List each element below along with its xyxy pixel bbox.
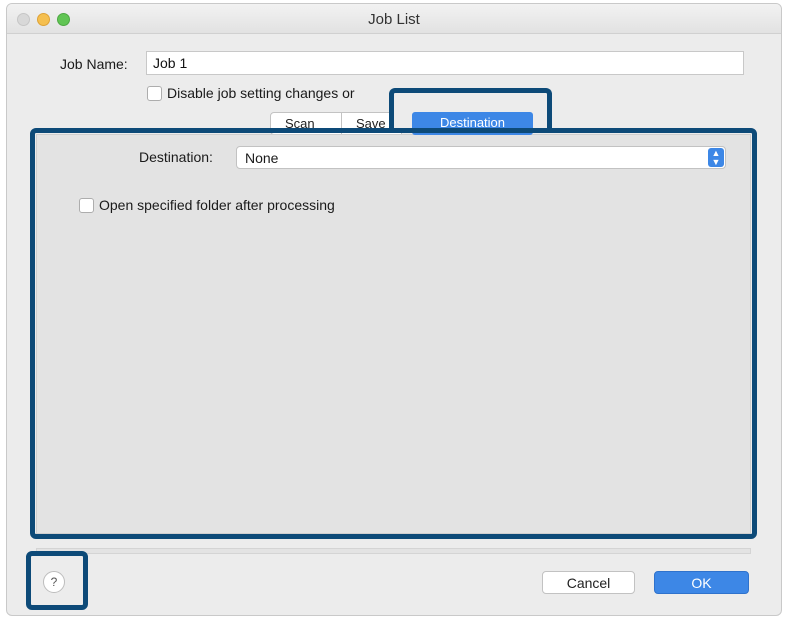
destination-label: Destination:	[139, 149, 213, 165]
tab-highlight-backdrop: Destination	[394, 93, 547, 135]
tab-destination[interactable]: Destination	[412, 112, 533, 135]
open-folder-label: Open specified folder after processing	[99, 197, 335, 213]
tab-save[interactable]: Save	[342, 112, 402, 135]
ok-button[interactable]: OK	[654, 571, 749, 594]
destination-panel	[36, 134, 751, 534]
open-folder-checkbox[interactable]	[79, 198, 94, 213]
job-name-label: Job Name:	[60, 56, 128, 72]
title-bar: Job List	[7, 4, 781, 34]
disable-job-setting-checkbox[interactable]	[147, 86, 162, 101]
disable-job-setting-label: Disable job setting changes or	[167, 85, 355, 101]
select-arrows-icon: ▲ ▼	[708, 148, 724, 167]
tab-bar: Scan Save	[270, 112, 402, 135]
help-button[interactable]: ?	[43, 571, 65, 593]
destination-select[interactable]: None ▲ ▼	[236, 146, 726, 169]
bottom-strip	[36, 548, 751, 554]
tab-scan-label: Scan	[285, 116, 315, 131]
window-title: Job List	[368, 11, 420, 28]
tab-save-label: Save	[356, 116, 386, 131]
cancel-button[interactable]: Cancel	[542, 571, 635, 594]
tab-scan[interactable]: Scan	[270, 112, 342, 135]
destination-selected-value: None	[245, 150, 279, 166]
job-name-input[interactable]	[146, 51, 744, 75]
